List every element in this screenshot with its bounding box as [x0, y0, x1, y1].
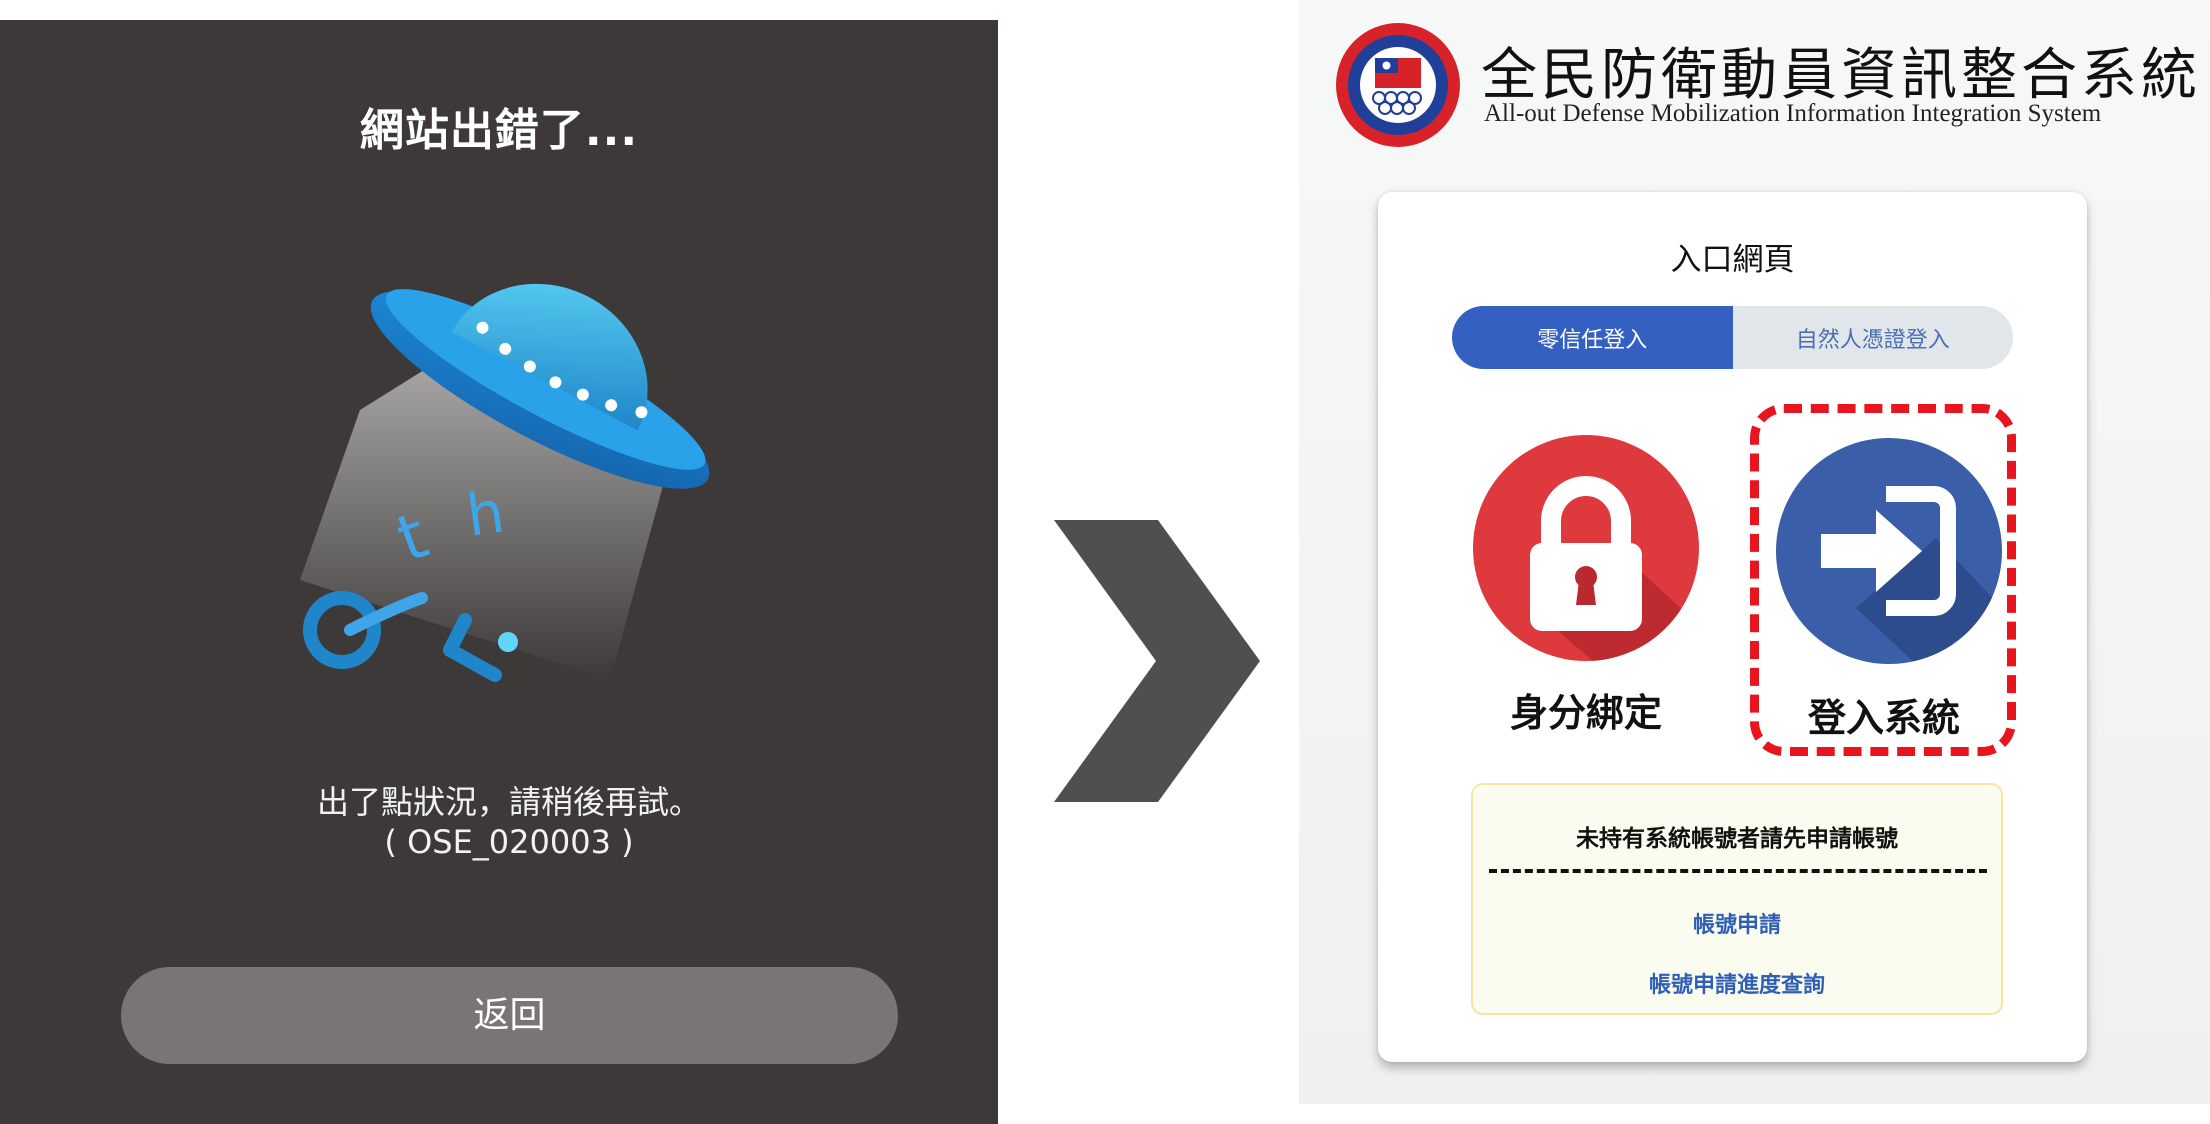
- lock-icon[interactable]: [1473, 435, 1699, 661]
- ufo-icon: t h: [300, 283, 710, 682]
- tab-zero-trust-login[interactable]: 零信任登入: [1452, 306, 1733, 369]
- chevron-right-icon: [1054, 520, 1260, 802]
- system-subtitle: All-out Defense Mobilization Information…: [1484, 100, 2102, 127]
- error-message: 出了點狀況，請稍後再試。: [316, 783, 701, 821]
- divider: [1489, 869, 1987, 873]
- system-title: 全民防衛動員資訊整合系統: [1481, 43, 2201, 108]
- bind-identity-label[interactable]: 身分綁定: [1473, 682, 1699, 737]
- tab-citizen-certificate-login[interactable]: 自然人憑證登入: [1733, 306, 2014, 369]
- account-notice: 未持有系統帳號者請先申請帳號: [1576, 826, 1898, 852]
- error-code: ( OSE_020003 ): [384, 823, 634, 861]
- portal-card: 入口網頁 零信任登入 自然人憑證登入 身分綁定 登入系統 未持有系統帳號者請先申…: [1378, 192, 2087, 1062]
- error-page-panel: 網站出錯了... t h 出了點狀況，請稍後再試。 (OSE_020003)…: [0, 20, 998, 1124]
- login-tabs: 零信任登入 自然人憑證登入: [1452, 306, 2013, 369]
- highlight-box: [1750, 404, 2016, 756]
- application-progress-link[interactable]: 帳號申請進度查詢: [1473, 967, 2001, 999]
- back-button[interactable]: 返回: [121, 967, 898, 1064]
- error-title: 網站出錯了...: [359, 105, 639, 156]
- system-logo: [1336, 23, 1460, 147]
- portal-title: 入口網頁: [1670, 242, 1795, 278]
- account-apply-link[interactable]: 帳號申請: [1473, 907, 2001, 939]
- account-info-box: 未持有系統帳號者請先申請帳號 帳號申請 帳號申請進度查詢: [1471, 783, 2003, 1015]
- login-page: 全民防衛動員資訊整合系統 All-out Defense Mobilizatio…: [1299, 0, 2210, 1104]
